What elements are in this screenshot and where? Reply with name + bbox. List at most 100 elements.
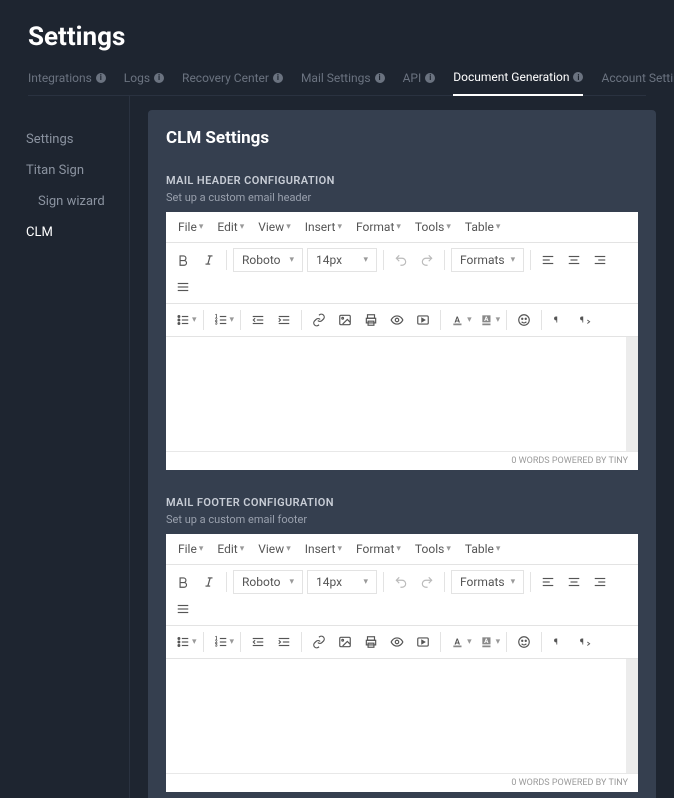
- tab-api[interactable]: APIi: [403, 70, 436, 95]
- outdent-icon[interactable]: [247, 309, 269, 331]
- align-justify-icon[interactable]: [172, 598, 194, 620]
- font-select[interactable]: Roboto▾: [233, 248, 303, 272]
- menu-table[interactable]: Table▾: [461, 540, 505, 558]
- image-icon[interactable]: [334, 631, 356, 653]
- menu-tools[interactable]: Tools▾: [411, 218, 455, 236]
- link-icon[interactable]: [308, 631, 330, 653]
- bold-icon[interactable]: [172, 249, 194, 271]
- menu-format[interactable]: Format▾: [352, 540, 405, 558]
- image-icon[interactable]: [334, 309, 356, 331]
- tab-document-generation[interactable]: Document Generationi: [453, 70, 583, 96]
- info-icon: i: [375, 73, 385, 83]
- svg-text:¶: ¶: [580, 636, 584, 646]
- tab-account-settings[interactable]: Account Settingsi: [601, 70, 674, 95]
- number-list-icon[interactable]: 123: [210, 309, 232, 331]
- number-list-icon[interactable]: 123: [210, 631, 232, 653]
- info-icon: i: [425, 73, 435, 83]
- editor-content[interactable]: [166, 659, 638, 773]
- svg-text:A: A: [455, 314, 461, 324]
- editor-status: 0 WORDS POWERED BY TINY: [166, 451, 638, 470]
- preview-icon[interactable]: [386, 309, 408, 331]
- redo-icon[interactable]: [416, 249, 438, 271]
- svg-text:3: 3: [215, 321, 218, 326]
- sidebar: SettingsTitan SignSign wizardCLM: [0, 96, 130, 798]
- menu-file[interactable]: File▾: [174, 540, 207, 558]
- section-title: MAIL HEADER CONFIGURATION: [166, 174, 638, 187]
- tab-recovery-center[interactable]: Recovery Centeri: [182, 70, 283, 95]
- svg-text:A: A: [484, 637, 489, 645]
- align-center-icon[interactable]: [563, 571, 585, 593]
- rtl-icon[interactable]: ¶: [574, 631, 596, 653]
- svg-text:¶: ¶: [554, 636, 558, 646]
- outdent-icon[interactable]: [247, 631, 269, 653]
- tab-logs[interactable]: Logsi: [124, 70, 164, 95]
- svg-text:A: A: [484, 315, 489, 323]
- info-icon: i: [96, 73, 106, 83]
- indent-icon[interactable]: [273, 309, 295, 331]
- print-icon[interactable]: [360, 309, 382, 331]
- ltr-icon[interactable]: ¶: [548, 309, 570, 331]
- emoji-icon[interactable]: [513, 309, 535, 331]
- bullet-list-icon[interactable]: [172, 309, 194, 331]
- editor-content[interactable]: [166, 337, 638, 451]
- menu-view[interactable]: View▾: [254, 540, 294, 558]
- text-color-icon[interactable]: A: [447, 309, 469, 331]
- bg-color-icon[interactable]: A: [476, 631, 498, 653]
- menu-file[interactable]: File▾: [174, 218, 207, 236]
- align-left-icon[interactable]: [537, 571, 559, 593]
- size-select[interactable]: 14px▾: [307, 570, 377, 594]
- tab-mail-settings[interactable]: Mail Settingsi: [301, 70, 385, 95]
- emoji-icon[interactable]: [513, 631, 535, 653]
- section-subtitle: Set up a custom email footer: [166, 513, 638, 526]
- preview-icon[interactable]: [386, 631, 408, 653]
- tab-integrations[interactable]: Integrationsi: [28, 70, 106, 95]
- size-select[interactable]: 14px▾: [307, 248, 377, 272]
- info-icon: i: [154, 73, 164, 83]
- sidebar-item-sign-wizard[interactable]: Sign wizard: [26, 186, 129, 217]
- svg-text:¶: ¶: [554, 314, 558, 324]
- menu-table[interactable]: Table▾: [461, 218, 505, 236]
- ltr-icon[interactable]: ¶: [548, 631, 570, 653]
- menu-insert[interactable]: Insert▾: [301, 540, 346, 558]
- formats-select[interactable]: Formats▾: [451, 570, 524, 594]
- undo-icon[interactable]: [390, 249, 412, 271]
- page-title: Settings: [28, 22, 646, 52]
- redo-icon[interactable]: [416, 571, 438, 593]
- align-left-icon[interactable]: [537, 249, 559, 271]
- menu-insert[interactable]: Insert▾: [301, 218, 346, 236]
- panel-title: CLM Settings: [166, 128, 638, 148]
- rtl-icon[interactable]: ¶: [574, 309, 596, 331]
- bullet-list-icon[interactable]: [172, 631, 194, 653]
- menu-tools[interactable]: Tools▾: [411, 540, 455, 558]
- sidebar-item-titan-sign[interactable]: Titan Sign: [26, 155, 129, 186]
- bg-color-icon[interactable]: A: [476, 309, 498, 331]
- menu-view[interactable]: View▾: [254, 218, 294, 236]
- print-icon[interactable]: [360, 631, 382, 653]
- section-title: MAIL FOOTER CONFIGURATION: [166, 496, 638, 509]
- text-color-icon[interactable]: A: [447, 631, 469, 653]
- sidebar-item-clm[interactable]: CLM: [26, 217, 129, 248]
- font-select[interactable]: Roboto▾: [233, 570, 303, 594]
- align-right-icon[interactable]: [589, 249, 611, 271]
- italic-icon[interactable]: [198, 571, 220, 593]
- align-center-icon[interactable]: [563, 249, 585, 271]
- formats-select[interactable]: Formats▾: [451, 248, 524, 272]
- link-icon[interactable]: [308, 309, 330, 331]
- top-tabs: Integrationsi Logsi Recovery Centeri Mail S…: [28, 70, 646, 96]
- sidebar-item-settings[interactable]: Settings: [26, 124, 129, 155]
- media-icon[interactable]: [412, 309, 434, 331]
- undo-icon[interactable]: [390, 571, 412, 593]
- indent-icon[interactable]: [273, 631, 295, 653]
- section-subtitle: Set up a custom email header: [166, 191, 638, 204]
- menu-edit[interactable]: Edit▾: [213, 218, 248, 236]
- bold-icon[interactable]: [172, 571, 194, 593]
- menu-edit[interactable]: Edit▾: [213, 540, 248, 558]
- svg-text:A: A: [455, 636, 461, 646]
- media-icon[interactable]: [412, 631, 434, 653]
- svg-text:¶: ¶: [580, 314, 584, 324]
- menu-format[interactable]: Format▾: [352, 218, 405, 236]
- editor-status: 0 WORDS POWERED BY TINY: [166, 773, 638, 792]
- align-justify-icon[interactable]: [172, 276, 194, 298]
- italic-icon[interactable]: [198, 249, 220, 271]
- align-right-icon[interactable]: [589, 571, 611, 593]
